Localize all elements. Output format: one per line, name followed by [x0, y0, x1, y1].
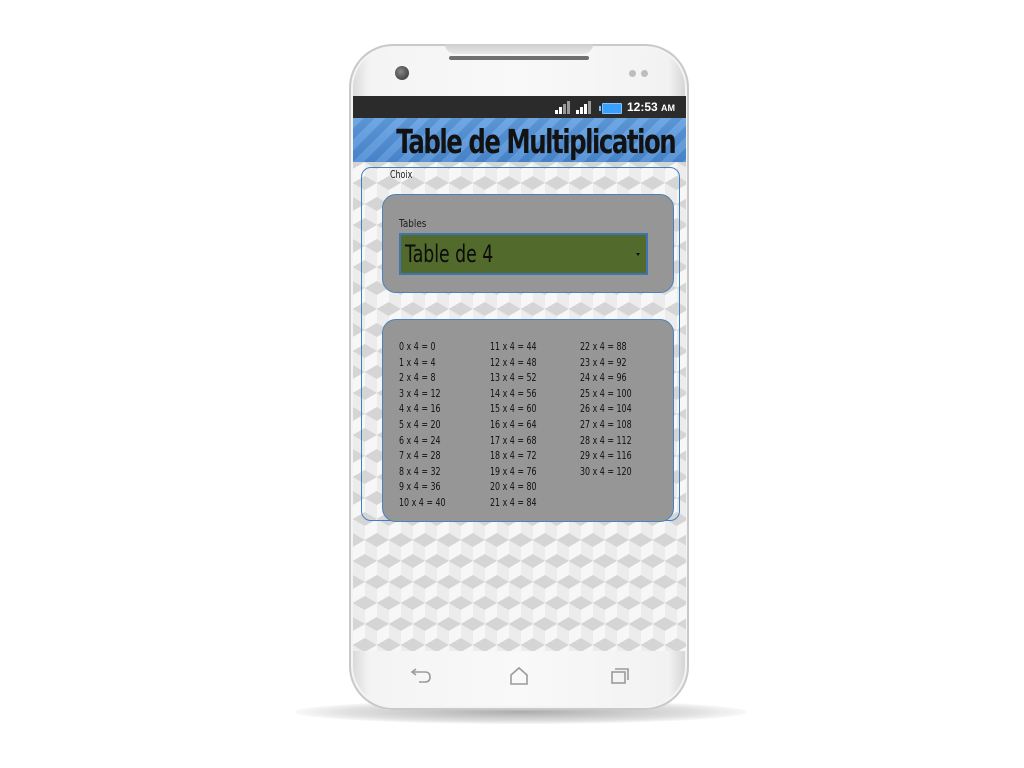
- result-row: 6 x 4 = 24: [399, 433, 441, 447]
- result-row: 18 x 4 = 72: [490, 449, 537, 463]
- signal-icon: [555, 101, 570, 114]
- phone-screen: 12:53 AM Table de Multiplication Choix T…: [353, 96, 686, 651]
- result-row: 10 x 4 = 40: [399, 495, 446, 509]
- home-icon[interactable]: [507, 666, 531, 686]
- clock-ampm: AM: [661, 103, 676, 113]
- earpiece: [449, 56, 589, 60]
- table-choice-card: Tables Table de 4: [382, 194, 674, 293]
- result-row: 24 x 4 = 96: [580, 371, 627, 385]
- result-row: 26 x 4 = 104: [580, 402, 632, 416]
- phone-frame: 12:53 AM Table de Multiplication Choix T…: [349, 44, 689, 710]
- result-row: 1 x 4 = 4: [399, 355, 436, 369]
- results-card: 0 x 4 = 0 1 x 4 = 4 2 x 4 = 8 3 x 4 = 12…: [382, 319, 674, 522]
- result-row: 3 x 4 = 12: [399, 386, 441, 400]
- phone-top-rim: [445, 44, 593, 54]
- content-area: Choix Tables Table de 4 0 x 4 = 0 1 x 4 …: [353, 162, 686, 651]
- result-row: 2 x 4 = 8: [399, 371, 436, 385]
- result-row: 7 x 4 = 28: [399, 449, 441, 463]
- table-select-value: Table de 4: [405, 240, 494, 268]
- status-bar: 12:53 AM: [353, 96, 686, 118]
- results-column-1: 0 x 4 = 0 1 x 4 = 4 2 x 4 = 8 3 x 4 = 12…: [399, 339, 446, 511]
- result-row: 15 x 4 = 60: [490, 402, 537, 416]
- app-bar: Table de Multiplication: [353, 118, 686, 162]
- result-row: 19 x 4 = 76: [490, 464, 537, 478]
- result-row: 8 x 4 = 32: [399, 464, 441, 478]
- signal-icon: [576, 101, 591, 114]
- back-icon[interactable]: [409, 666, 433, 686]
- dropdown-arrow-icon: [636, 253, 640, 256]
- result-row: 13 x 4 = 52: [490, 371, 537, 385]
- result-row: 0 x 4 = 0: [399, 340, 436, 353]
- table-select[interactable]: Table de 4: [399, 233, 648, 275]
- result-row: 12 x 4 = 48: [490, 355, 537, 369]
- nav-bar: [349, 656, 689, 696]
- result-row: 22 x 4 = 88: [580, 340, 627, 353]
- stage: 12:53 AM Table de Multiplication Choix T…: [0, 0, 1024, 768]
- clock-time: 12:53: [627, 100, 658, 114]
- result-row: 5 x 4 = 20: [399, 417, 441, 431]
- results-column-3: 22 x 4 = 88 23 x 4 = 92 24 x 4 = 96 25 x…: [580, 339, 632, 479]
- choice-group-panel: Choix Tables Table de 4 0 x 4 = 0 1 x 4 …: [361, 167, 680, 522]
- result-row: 30 x 4 = 120: [580, 464, 632, 478]
- result-row: 21 x 4 = 84: [490, 495, 537, 509]
- result-row: 17 x 4 = 68: [490, 433, 537, 447]
- result-row: 14 x 4 = 56: [490, 386, 537, 400]
- result-row: 29 x 4 = 116: [580, 449, 632, 463]
- result-row: 16 x 4 = 64: [490, 417, 537, 431]
- status-clock: 12:53 AM: [627, 100, 675, 114]
- recent-apps-icon[interactable]: [607, 666, 631, 686]
- sensor-dot: [641, 70, 648, 77]
- result-row: 4 x 4 = 16: [399, 402, 441, 416]
- tables-label: Tables: [399, 217, 427, 230]
- result-row: 23 x 4 = 92: [580, 355, 627, 369]
- result-row: 28 x 4 = 112: [580, 433, 632, 447]
- result-row: 27 x 4 = 108: [580, 417, 632, 431]
- sensor-dot: [629, 70, 636, 77]
- result-row: 20 x 4 = 80: [490, 480, 537, 494]
- app-title: Table de Multiplication: [396, 122, 676, 161]
- result-row: 11 x 4 = 44: [490, 340, 537, 353]
- result-row: 9 x 4 = 36: [399, 480, 441, 494]
- result-row: 25 x 4 = 100: [580, 386, 632, 400]
- front-camera-icon: [395, 66, 409, 80]
- choix-label: Choix: [390, 168, 413, 181]
- battery-icon: [599, 103, 622, 114]
- results-column-2: 11 x 4 = 44 12 x 4 = 48 13 x 4 = 52 14 x…: [490, 339, 537, 511]
